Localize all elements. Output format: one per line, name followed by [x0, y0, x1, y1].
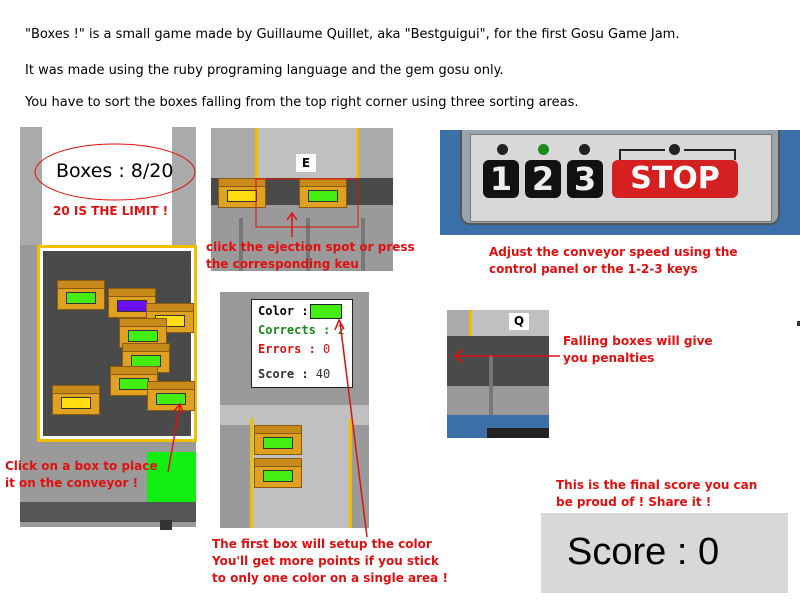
color-swatch — [310, 304, 342, 319]
key-q-label: Q — [509, 313, 529, 330]
key-e-label: E — [296, 154, 316, 172]
intro-line-2: It was made using the ruby programing la… — [25, 63, 504, 78]
stats-card: Color : Corrects : 2 Errors : 0 Score : … — [251, 299, 353, 388]
final-score-text: Score : 0 — [567, 531, 720, 573]
limit-note: 20 IS THE LIMIT ! — [53, 204, 169, 218]
speed-led-3 — [579, 144, 590, 155]
area-box-green-1[interactable] — [254, 425, 302, 455]
speed-1-button[interactable]: 1 — [483, 160, 519, 198]
color-label: Color : — [258, 304, 309, 318]
box-yellow-2[interactable] — [52, 385, 100, 415]
boxes-counter: Boxes : 8/20 — [56, 160, 174, 182]
conveyor-post — [160, 520, 172, 530]
first-box-note: The first box will setup the color You'l… — [212, 537, 448, 585]
speed-2-button[interactable]: 2 — [525, 160, 561, 198]
ejection-box-yellow[interactable] — [218, 178, 266, 208]
stop-led — [669, 144, 680, 155]
click-box-note: Click on a box to place it on the convey… — [5, 459, 158, 490]
intro-line-1: "Boxes !" is a small game made by Guilla… — [25, 27, 680, 42]
falling-panel — [447, 310, 549, 438]
speed-led-2 — [538, 144, 549, 155]
ejection-note: click the ejection spot or press the cor… — [206, 240, 415, 271]
score-row: Score : 40 — [258, 367, 331, 381]
errors-row: Errors : 0 — [258, 342, 331, 356]
box-green-1[interactable] — [57, 280, 105, 310]
speed-led-1 — [497, 144, 508, 155]
stop-button[interactable]: STOP — [612, 160, 738, 198]
speed-3-button[interactable]: 3 — [567, 160, 603, 198]
conveyor-belt — [20, 502, 196, 522]
speed-note: Adjust the conveyor speed using the cont… — [489, 245, 738, 276]
falling-note: Falling boxes will give you penalties — [563, 334, 713, 365]
final-score-panel: Score : 0 — [541, 513, 788, 593]
box-green-5[interactable] — [147, 381, 195, 411]
ejection-box-green[interactable] — [299, 178, 347, 208]
final-score-note: This is the final score you can be proud… — [556, 478, 758, 509]
area-box-green-2[interactable] — [254, 458, 302, 488]
intro-line-3: You have to sort the boxes falling from … — [25, 95, 579, 110]
corrects-row: Corrects : 2 — [258, 323, 345, 337]
